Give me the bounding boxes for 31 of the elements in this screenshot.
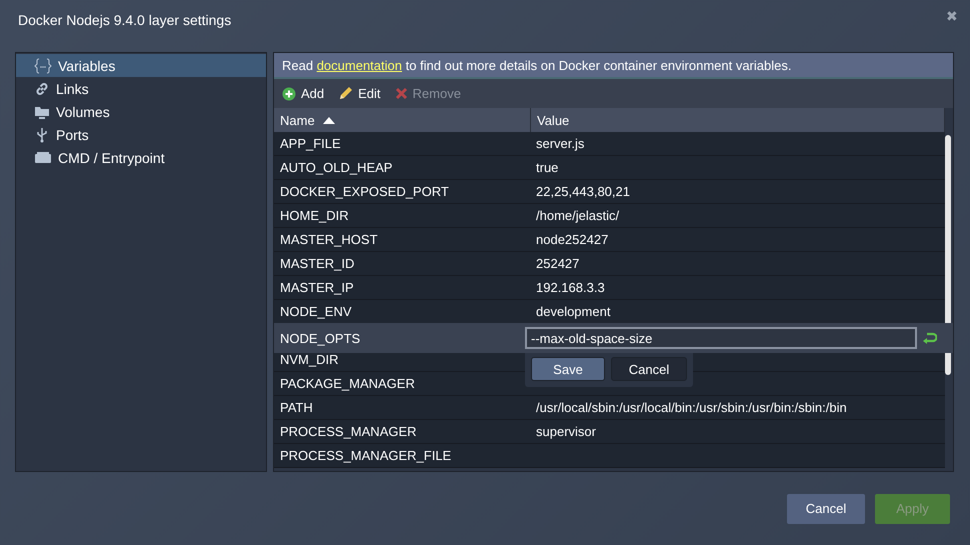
- table-cell-text: /usr/local/sbin:/usr/local/bin:/usr/sbin:/usr/bin:/sbin:/bin: [535, 399, 848, 417]
- sidebar-label: CMD / Entrypoint: [58, 150, 165, 166]
- sidebar-label: Links: [56, 80, 89, 96]
- table-cell-text: server.js: [535, 135, 586, 153]
- table-cell-text: /home/jelastic/: [535, 207, 620, 225]
- table-cell-text: NODE_ENV: [279, 303, 353, 321]
- sidebar-label: Variables: [58, 58, 116, 74]
- table-cell-text: MASTER_HOST: [279, 231, 379, 249]
- table-cell-text: node252427: [535, 231, 610, 249]
- table-cell-text: APP_FILE: [279, 135, 342, 153]
- table-cell-text: development: [535, 303, 612, 321]
- table-cell-text: 22,25,443,80,21: [535, 183, 631, 201]
- window-title: Docker Nodejs 9.4.0 layer settings: [18, 12, 232, 28]
- table-cell-text: PROCESS_MANAGER_FILE: [279, 447, 452, 465]
- variable-name: NODE_OPTS: [279, 330, 362, 346]
- info-text: Read documentation to find out more details on Docker container environment variables.: [282, 58, 792, 72]
- table-cell-text: PATH: [279, 399, 314, 417]
- table-cell-text: MASTER_ID: [279, 255, 356, 273]
- sidebar-label: Volumes: [56, 104, 110, 120]
- table-cell-text: NVM_DIR: [279, 351, 340, 369]
- table-cell-text: 192.168.3.3: [535, 279, 606, 297]
- table-cell-text: 252427: [535, 255, 580, 273]
- table-cell-text: AUTO_OLD_HEAP: [279, 159, 394, 177]
- table-cell-text: supervisor: [535, 423, 597, 441]
- table-cell-text: PACKAGE_MANAGER: [279, 375, 416, 393]
- table-cell-text: DOCKER_EXPOSED_PORT: [279, 183, 450, 201]
- sidebar-label: Ports: [56, 126, 89, 142]
- table-cell-text: HOME_DIR: [279, 207, 350, 225]
- table-cell-text: true: [535, 159, 560, 177]
- table-cell-text: PROCESS_MANAGER: [279, 423, 418, 441]
- table-cell-text: MASTER_IP: [279, 279, 355, 297]
